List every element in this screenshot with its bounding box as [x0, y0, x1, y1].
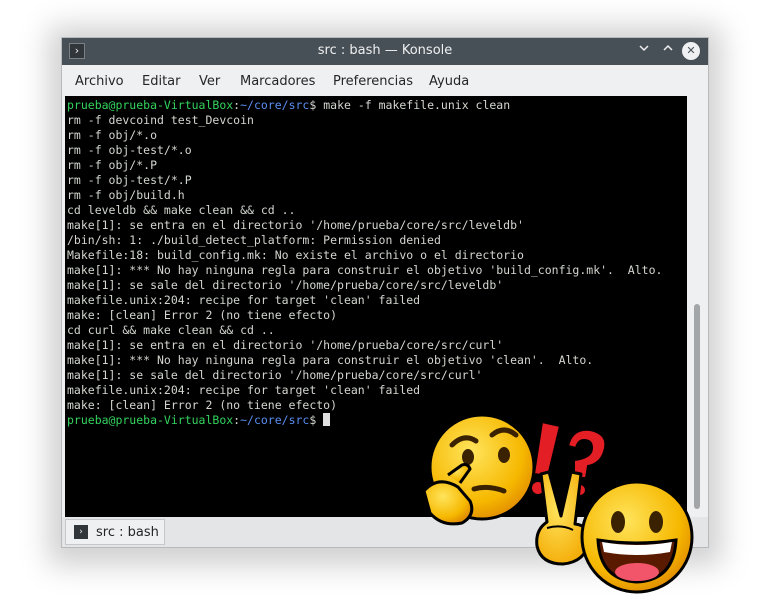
close-icon[interactable]: ✕ [682, 42, 700, 60]
output-line: make: [clean] Error 2 (no tiene efecto) [67, 308, 338, 322]
output-line: cd curl && make clean && cd .. [67, 323, 275, 337]
output-line: /bin/sh: 1: ./build_detect_platform: Per… [67, 233, 441, 247]
prompt-path: ~/core/src [240, 413, 310, 427]
output-line: Makefile:18: build_config.mk: No existe … [67, 248, 524, 262]
prompt-user: prueba@prueba-VirtualBox [67, 98, 234, 112]
terminal-scrollbar[interactable] [687, 96, 708, 517]
output-line: rm -f obj/build.h [67, 188, 185, 202]
menu-marcadores[interactable]: Marcadores [240, 74, 315, 89]
output-line: makefile.unix:204: recipe for target 'cl… [67, 383, 421, 397]
text-cursor [323, 413, 331, 426]
output-line: make: [clean] Error 2 (no tiene efecto) [67, 398, 338, 412]
prompt-symbol: $ [309, 413, 317, 427]
output-line: cd leveldb && make clean && cd .. [67, 203, 296, 217]
output-line: rm -f obj-test/*.P [67, 173, 192, 187]
output-line: make[1]: se entra en el directorio '/hom… [67, 218, 524, 232]
menu-editar[interactable]: Editar [142, 74, 181, 89]
prompt-user: prueba@prueba-VirtualBox [67, 413, 234, 427]
tab-label: src : bash [96, 525, 159, 540]
tab-src-bash[interactable]: › src : bash [65, 519, 165, 545]
menu-ayuda[interactable]: Ayuda [429, 74, 469, 89]
output-line: make[1]: se sale del directorio '/home/p… [67, 368, 483, 382]
output-line: rm -f devcoind test_Devcoin [67, 113, 254, 127]
output-line: makefile.unix:204: recipe for target 'cl… [67, 293, 421, 307]
prompt-path: ~/core/src [240, 98, 310, 112]
laughing-face-emoji [580, 480, 694, 594]
output-line: make[1]: *** No hay ninguna regla para c… [67, 353, 594, 367]
output-line: make[1]: se entra en el directorio '/hom… [67, 338, 504, 352]
output-line: make[1]: se sale del directorio '/home/p… [67, 278, 504, 292]
output-line: rm -f obj-test/*.o [67, 143, 192, 157]
window-title: src : bash — Konsole [317, 43, 453, 58]
prompt-line: prueba@prueba-VirtualBox$:~/core/src$ ma… [67, 98, 511, 112]
menu-archivo[interactable]: Archivo [75, 74, 124, 89]
command-text: make -f makefile.unix clean [316, 98, 511, 112]
terminal-icon: › [74, 525, 88, 539]
minimize-icon[interactable] [634, 41, 654, 61]
output-line: rm -f obj/*.o [67, 128, 158, 142]
menu-bar: Archivo Editar Ver Marcadores Preferenci… [62, 65, 708, 97]
menu-ver[interactable]: Ver [199, 74, 220, 89]
output-line: make[1]: *** No hay ninguna regla para c… [67, 263, 663, 277]
title-bar[interactable]: › src : bash — Konsole ✕ [62, 38, 708, 65]
output-line: rm -f obj/*.P [67, 158, 158, 172]
menu-preferencias[interactable]: Preferencias [333, 74, 413, 89]
maximize-icon[interactable] [658, 41, 678, 61]
